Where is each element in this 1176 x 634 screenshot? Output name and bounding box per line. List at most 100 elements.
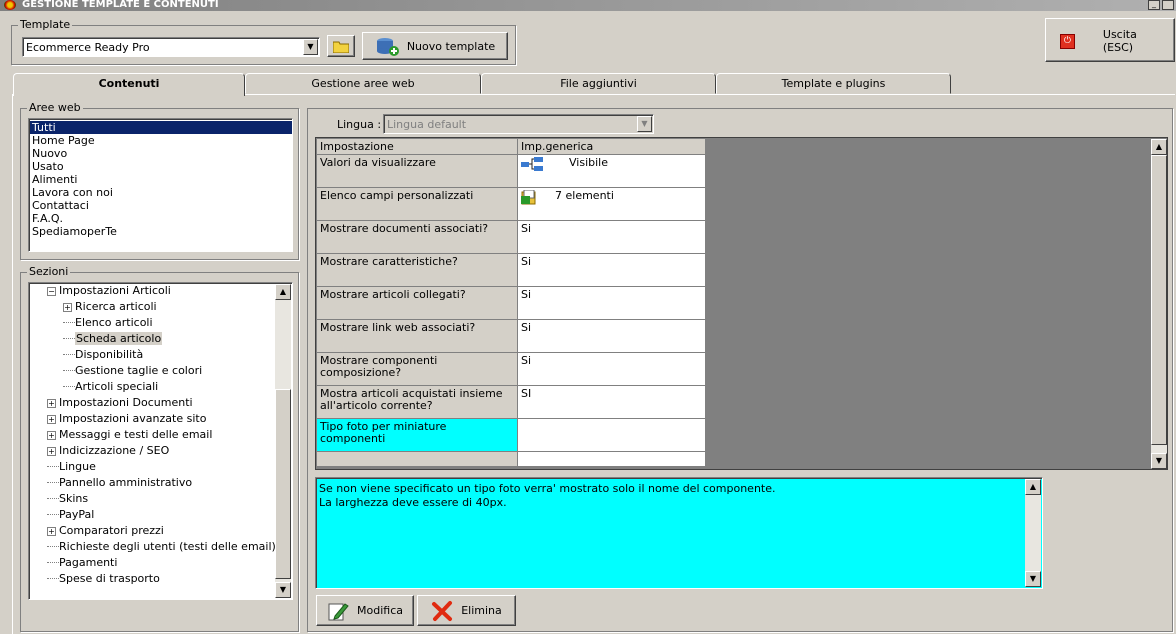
tree-node-label: Impostazioni Articoli <box>59 284 171 297</box>
scroll-up-icon[interactable]: ▲ <box>1025 479 1041 495</box>
scroll-up-icon[interactable]: ▲ <box>1151 139 1167 155</box>
collapse-icon[interactable]: − <box>47 286 56 296</box>
aree-web-label: Aree web <box>27 101 83 114</box>
window-restore-button[interactable] <box>1162 0 1174 10</box>
description-box[interactable]: Se non viene specificato un tipo foto ve… <box>315 477 1043 589</box>
grid-value-cell[interactable]: Visibile <box>517 154 706 188</box>
tree-line <box>47 508 59 515</box>
tab-gestione-aree-web[interactable]: Gestione aree web <box>245 73 481 94</box>
scroll-down-icon[interactable]: ▼ <box>1151 453 1167 469</box>
elimina-button[interactable]: Elimina <box>417 595 516 626</box>
aree-web-item[interactable]: Alimenti <box>30 173 292 186</box>
expand-icon[interactable]: + <box>63 302 72 312</box>
grid-value-cell[interactable]: Si <box>517 286 706 320</box>
chevron-down-icon[interactable]: ▼ <box>637 116 652 132</box>
window-minimize-button[interactable]: _ <box>1148 0 1160 10</box>
tree-node[interactable]: + Indicizzazione / SEO <box>47 444 169 460</box>
expand-icon[interactable]: + <box>47 398 56 408</box>
open-folder-button[interactable] <box>327 35 355 57</box>
scroll-thumb[interactable] <box>275 389 291 579</box>
description-scrollbar[interactable]: ▲ ▼ <box>1025 479 1041 587</box>
tree-node[interactable]: + Impostazioni Documenti <box>47 396 193 412</box>
grid-row[interactable]: Mostra articoli acquistati insieme all'a… <box>316 385 706 419</box>
grid-row[interactable]: Mostrare componenti composizione? Si <box>316 352 706 386</box>
grid-value-cell[interactable]: Si <box>517 253 706 287</box>
aree-web-list[interactable]: Tutti Home Page Nuovo Usato Alimenti Lavora c… <box>28 118 293 252</box>
aree-web-item[interactable]: Contattaci <box>30 199 292 212</box>
scroll-thumb[interactable] <box>1151 155 1167 445</box>
grid-row[interactable]: Mostrare caratteristiche? Si <box>316 253 706 287</box>
aree-web-item[interactable]: SpediamoperTe <box>30 225 292 238</box>
grid-scrollbar[interactable]: ▲ ▼ <box>1151 139 1167 469</box>
tree-node[interactable]: Skins <box>47 492 88 508</box>
tree-node[interactable]: + Impostazioni avanzate sito <box>47 412 206 428</box>
tree-node[interactable]: Richieste degli utenti (testi delle emai… <box>47 540 276 556</box>
aree-web-item[interactable]: Usato <box>30 160 292 173</box>
app-icon <box>4 0 16 10</box>
new-template-button[interactable]: Nuovo template <box>362 32 508 60</box>
lingua-select[interactable]: Lingua default ▼ <box>383 114 654 134</box>
tree-node[interactable]: Scheda articolo <box>63 332 163 348</box>
scroll-down-icon[interactable]: ▼ <box>275 582 291 598</box>
tab-file-aggiuntivi[interactable]: File aggiuntivi <box>481 73 716 94</box>
grid-key-cell: Mostrare articoli collegati? <box>316 286 518 320</box>
scroll-up-icon[interactable]: ▲ <box>275 284 291 300</box>
tree-node[interactable]: + Ricerca articoli <box>63 300 157 316</box>
tree-node[interactable]: Elenco articoli <box>63 316 153 332</box>
tree-node[interactable]: Spese di trasporto <box>47 572 160 588</box>
tree-node[interactable]: PayPal <box>47 508 94 524</box>
sezioni-scrollbar[interactable]: ▲ ▼ <box>275 284 291 598</box>
tree-line <box>47 572 59 579</box>
expand-icon[interactable]: + <box>47 446 56 456</box>
new-database-icon <box>376 38 399 56</box>
modifica-button[interactable]: Modifica <box>316 595 414 626</box>
tree-node[interactable]: Lingue <box>47 460 96 476</box>
tree-node[interactable]: Articoli speciali <box>63 380 158 396</box>
tab-contenuti[interactable]: Contenuti <box>13 73 245 96</box>
grid-key-cell: Mostrare componenti composizione? <box>316 352 518 386</box>
grid-value-cell[interactable]: Si <box>517 220 706 254</box>
tree-node-label: Articoli speciali <box>75 380 159 393</box>
tree-node[interactable]: Pagamenti <box>47 556 117 572</box>
grid-value-text: Si <box>521 222 532 235</box>
tree-node[interactable]: Gestione taglie e colori <box>63 364 202 380</box>
aree-web-item[interactable]: Tutti <box>30 121 292 134</box>
grid-value-cell[interactable]: SI <box>517 385 706 419</box>
aree-web-item[interactable]: Lavora con noi <box>30 186 292 199</box>
aree-web-item[interactable]: F.A.Q. <box>30 212 292 225</box>
grid-value-text: SI <box>521 387 532 400</box>
tree-node[interactable]: + Messaggi e testi delle email <box>47 428 212 444</box>
grid-value-cell[interactable]: Si <box>517 319 706 353</box>
grid-row[interactable]: Mostrare documenti associati? Si <box>316 220 706 254</box>
tree-node[interactable]: Disponibilità <box>63 348 143 364</box>
description-line-1: Se non viene specificato un tipo foto ve… <box>319 482 776 495</box>
sezioni-label: Sezioni <box>27 265 71 278</box>
grid-row[interactable]: Valori da visualizzare Visibile <box>316 154 706 188</box>
expand-icon[interactable]: + <box>47 526 56 536</box>
tree-node-label: Elenco articoli <box>75 316 153 329</box>
tree-node-label: Comparatori prezzi <box>59 524 164 537</box>
grid-row[interactable]: Mostrare articoli collegati? Si <box>316 286 706 320</box>
grid-row[interactable]: Elenco campi personalizzati 7 elementi <box>316 187 706 221</box>
grid-row[interactable]: Mostrare link web associati? Si <box>316 319 706 353</box>
grid-value-cell[interactable]: Si <box>517 352 706 386</box>
tree-node[interactable]: Pannello amministrativo <box>47 476 192 492</box>
tree-line <box>47 540 59 547</box>
template-select[interactable]: Ecommerce Ready Pro ▼ <box>22 37 320 57</box>
aree-web-item[interactable]: Home Page <box>30 134 292 147</box>
expand-icon[interactable]: + <box>47 414 56 424</box>
grid-row[interactable]: Tipo foto per miniature componenti <box>316 418 706 452</box>
tree-node[interactable]: − Impostazioni Articoli <box>47 284 171 300</box>
tree-line <box>47 460 59 467</box>
aree-web-item[interactable]: Nuovo <box>30 147 292 160</box>
grid-value-text: Si <box>521 255 532 268</box>
grid-value-cell[interactable] <box>517 418 706 452</box>
tree-node[interactable]: + Comparatori prezzi <box>47 524 164 540</box>
tab-template-plugins[interactable]: Template e plugins <box>716 73 951 94</box>
sezioni-tree[interactable]: − Impostazioni Articoli + Ricerca articoli E… <box>28 282 293 600</box>
scroll-down-icon[interactable]: ▼ <box>1025 571 1041 587</box>
exit-button[interactable]: ⏻ Uscita (ESC) <box>1058 28 1170 54</box>
expand-icon[interactable]: + <box>47 430 56 440</box>
chevron-down-icon[interactable]: ▼ <box>303 39 318 55</box>
grid-value-cell[interactable]: 7 elementi <box>517 187 706 221</box>
